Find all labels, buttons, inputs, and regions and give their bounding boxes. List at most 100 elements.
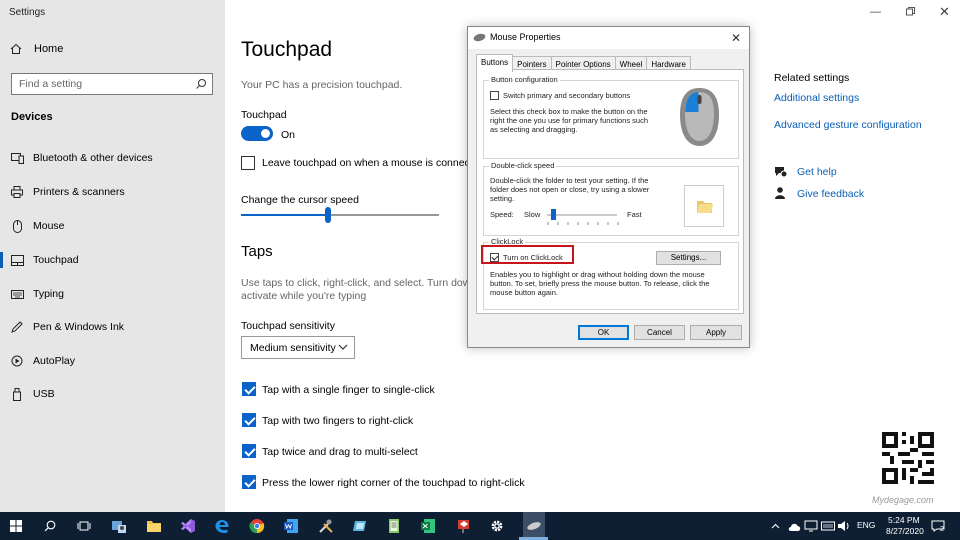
sidebar-item-label: Printers & scanners [33, 186, 125, 198]
sidebar-item-bluetooth[interactable]: Bluetooth & other devices [0, 145, 225, 171]
sidebar-item-label: Pen & Windows Ink [33, 321, 125, 333]
sidebar-item-label: Typing [33, 288, 64, 300]
search-taskbar-icon[interactable] [42, 518, 58, 534]
settings-gear-icon[interactable] [489, 518, 505, 534]
page-title: Touchpad [241, 38, 333, 61]
speed-fast-label: Fast [627, 210, 642, 219]
lower-right-corner-label: Press the lower right corner of the touc… [262, 477, 525, 489]
mouse-properties-taskbar-icon[interactable] [523, 512, 545, 540]
leave-touchpad-on-checkbox[interactable] [241, 156, 255, 170]
tab-buttons[interactable]: Buttons [476, 54, 514, 72]
cursor-speed-slider[interactable] [325, 207, 332, 223]
cancel-button[interactable]: Cancel [634, 325, 685, 340]
cursor-speed-label: Change the cursor speed [241, 194, 359, 206]
apply-button[interactable]: Apply [690, 325, 742, 340]
sidebar-item-usb[interactable]: USB [0, 381, 225, 407]
clock-time[interactable]: 5:24 PM [888, 515, 920, 525]
give-feedback-link[interactable]: Give feedback [797, 188, 864, 200]
keyboard-icon [10, 287, 24, 301]
notepad-icon[interactable] [386, 518, 402, 534]
clicklock-desc-3: mouse button again. [490, 288, 558, 297]
maximize-icon[interactable] [906, 7, 915, 16]
home-icon [10, 43, 22, 54]
task-view-icon[interactable] [76, 518, 92, 534]
mouse-illustration-icon [680, 88, 719, 146]
advanced-gesture-link[interactable]: Advanced gesture configuration [774, 119, 922, 131]
search-input[interactable]: Find a setting [11, 73, 213, 95]
bluetooth-devices-icon [10, 151, 24, 165]
cloud-icon[interactable] [786, 518, 802, 534]
word-icon[interactable] [283, 518, 299, 534]
lower-right-corner-checkbox[interactable] [242, 475, 256, 489]
sidebar-item-pen[interactable]: Pen & Windows Ink [0, 314, 225, 340]
dialog-close-icon[interactable]: ✕ [731, 31, 741, 45]
printer-icon [10, 185, 24, 199]
tap-single-finger-label: Tap with a single finger to single-click [262, 384, 435, 396]
excel-icon[interactable] [420, 518, 436, 534]
close-icon[interactable]: ✕ [939, 4, 950, 20]
home-label: Home [34, 43, 64, 55]
chevron-up-icon[interactable] [770, 518, 780, 534]
network-icon[interactable] [803, 518, 819, 534]
tap-single-finger-checkbox[interactable] [242, 382, 256, 396]
mouse-properties-dialog: Mouse Properties ✕ Buttons Pointers Poin… [467, 26, 750, 348]
minimize-icon[interactable]: — [870, 6, 881, 18]
edge-icon[interactable] [214, 518, 230, 534]
precision-text: Your PC has a precision touchpad. [241, 79, 403, 91]
cursor-speed-fill [241, 214, 329, 216]
sidebar-item-label: USB [33, 388, 55, 400]
button-config-label: Button configuration [489, 75, 560, 84]
volume-icon[interactable] [836, 518, 852, 534]
visual-studio-icon[interactable] [180, 518, 196, 534]
tap-twice-drag-checkbox[interactable] [242, 444, 256, 458]
taps-description-line2: activate while you're typing [241, 290, 367, 302]
sidebar-item-touchpad[interactable]: Touchpad [0, 247, 225, 273]
switch-buttons-label: Switch primary and secondary buttons [503, 91, 631, 100]
sidebar-item-autoplay[interactable]: AutoPlay [0, 348, 225, 374]
mouse-app-icon [473, 33, 486, 42]
sensitivity-dropdown[interactable]: Medium sensitivity [241, 336, 355, 359]
presentation-app-icon[interactable] [455, 518, 471, 534]
tools-icon[interactable] [318, 518, 334, 534]
taps-heading: Taps [241, 243, 273, 260]
sidebar-item-typing[interactable]: Typing [0, 281, 225, 307]
sidebar-item-label: Mouse [33, 220, 65, 232]
home-nav[interactable]: Home [10, 43, 63, 55]
help-icon [775, 167, 788, 178]
taskbar: ENG 5:24 PM 8/27/2020 2 [0, 512, 960, 540]
app-launcher-icon[interactable] [352, 518, 368, 534]
sidebar-item-label: AutoPlay [33, 355, 76, 367]
switch-buttons-checkbox[interactable] [490, 91, 499, 100]
clock-date[interactable]: 8/27/2020 [886, 526, 924, 536]
file-explorer-icon[interactable] [146, 518, 162, 534]
feedback-icon [775, 187, 785, 199]
button-config-group: Button configuration Switch primary and … [483, 75, 739, 159]
people-app-icon[interactable] [111, 518, 127, 534]
section-devices: Devices [11, 111, 53, 123]
sensitivity-value: Medium sensitivity [250, 342, 336, 354]
autoplay-icon [10, 354, 24, 368]
sidebar-item-printers[interactable]: Printers & scanners [0, 179, 225, 205]
input-language[interactable]: ENG [857, 520, 875, 530]
test-folder-box[interactable] [684, 185, 724, 227]
sidebar-item-mouse[interactable]: Mouse [0, 213, 225, 239]
chrome-icon[interactable] [249, 518, 265, 534]
tap-two-fingers-checkbox[interactable] [242, 413, 256, 427]
double-click-speed-slider[interactable] [550, 209, 556, 220]
watermark-text: Mydegage.com [872, 495, 934, 505]
usb-icon [10, 387, 24, 401]
touchpad-toggle[interactable] [241, 126, 273, 141]
double-click-group: Double-click speed Double-click the fold… [483, 161, 739, 236]
touchpad-icon [10, 253, 24, 267]
ok-button[interactable]: OK [578, 325, 629, 340]
dialog-title: Mouse Properties [490, 32, 561, 42]
related-settings-heading: Related settings [774, 72, 850, 84]
keyboard-tray-icon[interactable] [820, 518, 836, 534]
additional-settings-link[interactable]: Additional settings [774, 92, 859, 104]
clicklock-highlight-box [481, 245, 574, 264]
touchpad-toggle-state: On [281, 129, 296, 141]
windows-start-icon[interactable] [8, 518, 24, 534]
clicklock-settings-button[interactable]: Settings... [656, 251, 721, 265]
sidebar-item-label: Bluetooth & other devices [33, 152, 153, 164]
get-help-link[interactable]: Get help [797, 166, 837, 178]
